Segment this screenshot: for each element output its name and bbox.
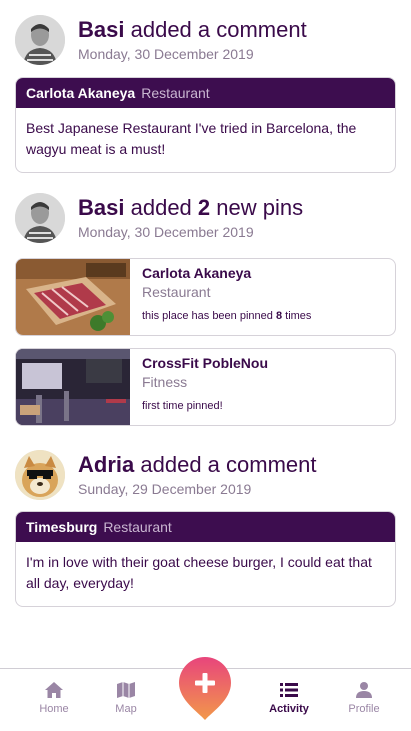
activity-feed: Basi added a comment Monday, 30 December… [0,0,411,668]
list-icon [280,683,298,697]
user-name[interactable]: Basi [78,17,124,42]
activity-date: Sunday, 29 December 2019 [78,481,252,497]
card-header: Carlota Akaneya Restaurant [16,78,395,108]
pin-note: this place has been pinned 8 times [142,310,311,322]
comment-text: Best Japanese Restaurant I've tried in B… [26,120,357,157]
add-button[interactable] [178,656,232,722]
activity-action: added a comment [140,452,317,477]
pin-note-prefix: this place has been pinned [142,310,273,322]
card-header: Timesburg Restaurant [16,512,395,542]
comment-card[interactable]: Carlota Akaneya Restaurant Best Japanese… [15,77,396,173]
comment-text: I'm in love with their goat cheese burge… [26,554,372,591]
pin-name[interactable]: Carlota Akaneya [142,265,311,281]
pin-name[interactable]: CrossFit PobleNou [142,355,268,371]
pin-note-count: 8 [275,310,283,322]
pin-category: Restaurant [142,284,211,300]
comment-card[interactable]: Timesburg Restaurant I'm in love with th… [15,511,396,607]
activity-header: Adria added a comment Sunday, 29 Decembe… [15,450,316,500]
pin-count: 2 [197,195,211,220]
nav-home-label: Home [39,703,69,715]
nav-map[interactable]: Map [96,681,156,715]
pin-card[interactable]: CrossFit PobleNou Fitness first time pin… [15,348,396,426]
user-name[interactable]: Basi [78,195,124,220]
map-icon [117,682,135,698]
nav-map-label: Map [115,703,137,715]
pin-image [16,349,130,425]
activity-date: Monday, 30 December 2019 [78,46,254,62]
activity-header: Basi added a comment Monday, 30 December… [15,15,307,65]
pin-note: first time pinned! [142,400,223,412]
place-category: Restaurant [103,519,172,535]
activity-action: added [130,195,192,220]
avatar[interactable] [15,15,65,65]
activity-header: Basi added 2 new pins Monday, 30 Decembe… [15,193,303,243]
nav-profile[interactable]: Profile [334,681,394,715]
pin-category: Fitness [142,374,188,390]
avatar[interactable] [15,450,65,500]
place-name[interactable]: Carlota Akaneya [26,85,135,101]
activity-title: Basi added 2 new pins [78,195,303,221]
home-icon [45,682,63,698]
user-name[interactable]: Adria [78,452,134,477]
nav-home[interactable]: Home [24,681,84,715]
place-name[interactable]: Timesburg [26,519,97,535]
nav-profile-label: Profile [348,703,380,715]
pin-card[interactable]: Carlota Akaneya Restaurant this place ha… [15,258,396,336]
activity-title: Basi added a comment [78,17,307,43]
person-icon [356,682,372,698]
place-category: Restaurant [141,85,210,101]
avatar[interactable] [15,193,65,243]
activity-action-suffix: new pins [216,195,304,220]
nav-activity-label: Activity [269,703,309,715]
activity-date: Monday, 30 December 2019 [78,224,254,240]
pin-note-suffix: times [285,310,312,322]
pin-image [16,259,130,335]
activity-title: Adria added a comment [78,452,316,478]
activity-action: added a comment [130,17,307,42]
nav-activity[interactable]: Activity [259,681,319,715]
